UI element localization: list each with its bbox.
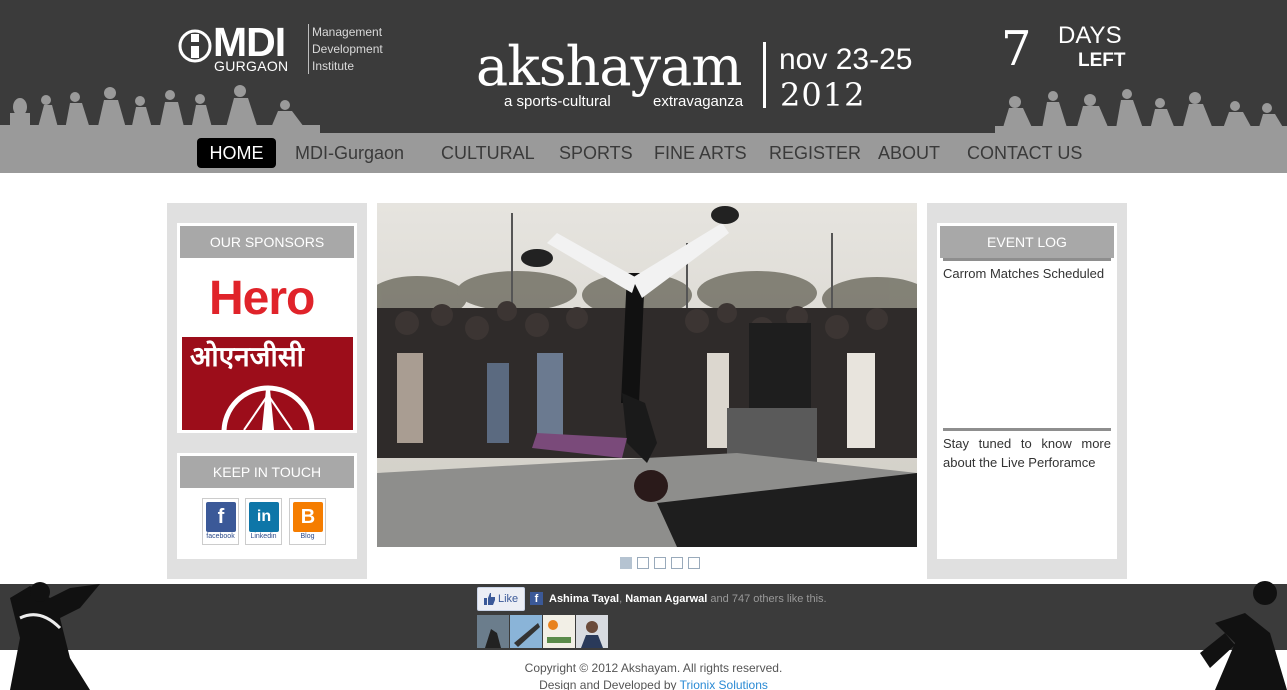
event-log-heading: EVENT LOG [940,226,1114,258]
thumbs-up-icon [484,593,495,605]
facebook-caption: facebook [206,533,235,540]
sports-silhouettes-right [995,89,1287,133]
friend-ashima[interactable]: Ashima Tayal [549,593,619,605]
event-tagline-first: a sports-cultural [504,93,611,110]
nav-register[interactable]: REGISTER [769,138,861,168]
ongc-emblem-icon [221,385,315,430]
likes-remaining: and 747 others like this. [710,593,827,605]
mdi-logo[interactable]: MDI GURGAON Management Development Insti… [178,19,388,76]
facebook-like-button[interactable]: Like [477,587,525,611]
nav-sports[interactable]: SPORTS [559,138,633,168]
event-divider [763,42,766,108]
keep-in-touch-heading: KEEP IN TOUCH [180,456,354,488]
slide-page-3[interactable] [654,557,666,569]
sponsor-hero-logo[interactable]: Hero [182,260,353,337]
breakdancer-photo [377,203,917,547]
event-log-item[interactable]: Stay tuned to know more about the Live P… [943,428,1111,472]
main-nav: HOME MDI-Gurgaon CULTURAL SPORTS FINE AR… [0,133,1287,173]
nav-mdi-gurgaon[interactable]: MDI-Gurgaon [295,138,404,168]
nav-cultural[interactable]: CULTURAL [441,138,535,168]
event-tagline-second: extravaganza [653,93,744,110]
linkedin-link[interactable]: in Linkedin [245,498,282,545]
site-header: MDI GURGAON Management Development Insti… [0,0,1287,133]
mdi-logo-divider [308,24,309,74]
fan-avatar[interactable] [477,615,509,648]
event-title: akshayam [476,35,743,98]
sponsors-panel: OUR SPONSORS Hero ओएनजीसी [177,223,357,433]
credit-line: Design and Developed by Trionix Solution… [0,677,1287,690]
countdown-suffix: LEFT [1078,50,1126,71]
blog-link[interactable]: B Blog [289,498,326,545]
event-year: 2012 [780,76,866,114]
slide-page-2[interactable] [637,557,649,569]
countdown-unit: DAYS [1058,22,1122,49]
fan-avatar[interactable] [576,615,608,648]
sponsor-ongc-logo[interactable]: ओएनजीसी [182,337,353,430]
event-log-panel: EVENT LOG Carrom Matches Scheduled Stay … [937,223,1117,559]
countdown-number: 7 [1001,21,1032,77]
fan-avatar[interactable] [543,615,575,648]
sponsor-hero-name: Hero [209,272,315,325]
blogger-icon: B [293,502,323,532]
slide-page-1[interactable] [620,557,632,569]
facebook-mini-icon: f [530,592,543,605]
featured-slide-image[interactable] [377,203,917,547]
mdi-line-2: Development [312,42,383,56]
mdi-location: GURGAON [214,58,289,74]
linkedin-icon: in [249,502,279,532]
nav-contact-us[interactable]: CONTACT US [967,138,1082,168]
nav-about[interactable]: ABOUT [878,138,940,168]
slide-page-5[interactable] [688,557,700,569]
slide-page-4[interactable] [671,557,683,569]
left-sidebar: OUR SPONSORS Hero ओएनजीसी KEEP IN TOUCH … [167,203,367,579]
facebook-link[interactable]: f facebook [202,498,239,545]
nav-fine-arts[interactable]: FINE ARTS [654,138,747,168]
event-log-item[interactable]: Carrom Matches Scheduled [943,258,1111,283]
linkedin-caption: Linkedin [250,533,277,540]
nav-home[interactable]: HOME [197,138,276,168]
fan-avatar[interactable] [510,615,542,648]
like-label: Like [498,593,519,605]
right-sidebar: EVENT LOG Carrom Matches Scheduled Stay … [927,203,1127,579]
event-dates: nov 23-25 [779,43,913,76]
mdi-seal-icon [178,29,212,63]
blog-caption: Blog [300,533,315,540]
mdi-full-name: Management Development Institute [312,24,383,75]
mdi-line-1: Management [312,25,383,39]
friend-naman[interactable]: Naman Agarwal [625,593,707,605]
sponsors-heading: OUR SPONSORS [180,226,354,258]
sports-silhouettes-left [0,85,320,133]
credit-prefix: Design and Developed by [539,678,677,690]
page: MDI GURGAON Management Development Insti… [0,0,1287,690]
mdi-line-3: Institute [312,59,355,73]
facebook-icon: f [206,502,236,532]
trionix-solutions-link[interactable]: Trionix Solutions [680,678,768,690]
like-summary: Ashima Tayal, Naman Agarwal and 747 othe… [549,591,827,607]
copyright-text: Copyright © 2012 Akshayam. All rights re… [524,661,783,675]
keep-in-touch-panel: KEEP IN TOUCH f facebook in Linkedin B B… [177,453,357,559]
